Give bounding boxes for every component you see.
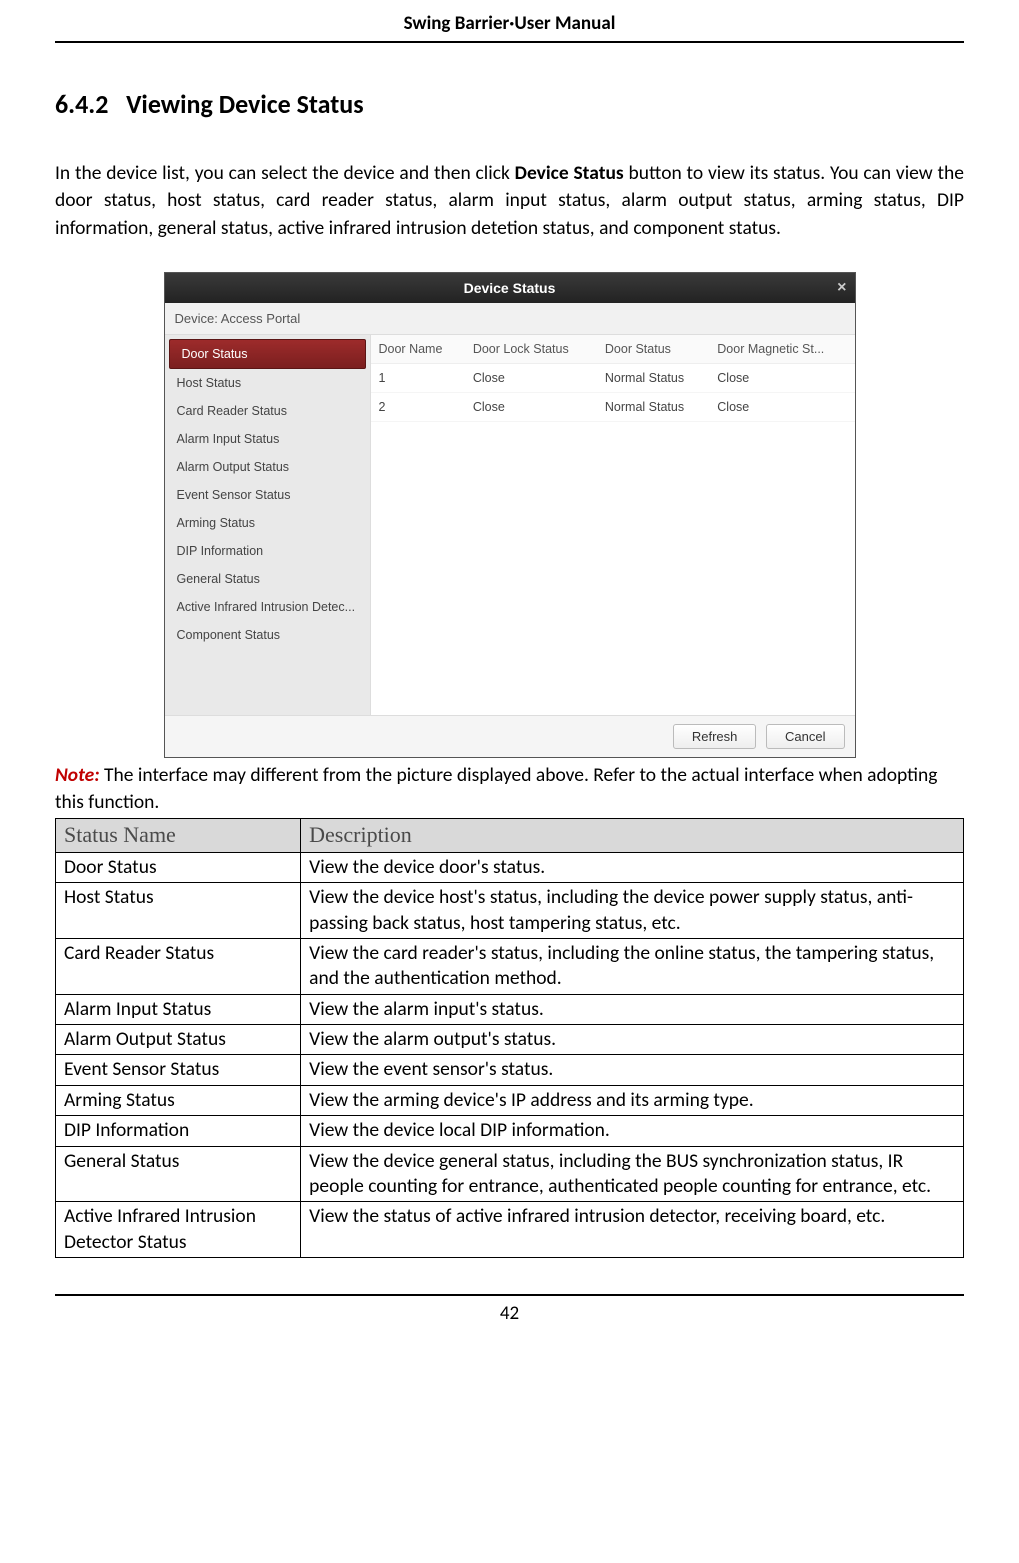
sidebar-item-host-status[interactable]: Host Status: [165, 369, 370, 397]
sidebar-item-event-sensor-status[interactable]: Event Sensor Status: [165, 481, 370, 509]
sidebar-item-general-status[interactable]: General Status: [165, 565, 370, 593]
desc-row: Arming StatusView the arming device's IP…: [56, 1085, 964, 1115]
desc-name: Card Reader Status: [56, 939, 301, 995]
device-name: Access Portal: [221, 311, 300, 326]
dialog-sidebar: Door Status Host Status Card Reader Stat…: [165, 335, 371, 715]
cell: Normal Status: [597, 392, 709, 421]
desc-text: View the alarm input's status.: [301, 994, 964, 1024]
desc-name: Door Status: [56, 853, 301, 883]
section-title: Viewing Device Status: [126, 88, 364, 120]
dialog-device-row: Device: Access Portal: [165, 303, 855, 335]
cell: Close: [709, 363, 854, 392]
status-table: Door Name Door Lock Status Door Status D…: [371, 335, 855, 422]
desc-text: View the device host's status, including…: [301, 883, 964, 939]
cell: Close: [465, 392, 597, 421]
desc-name: Arming Status: [56, 1085, 301, 1115]
sidebar-item-dip-information[interactable]: DIP Information: [165, 537, 370, 565]
note-text: The interface may different from the pic…: [55, 763, 937, 814]
table-row[interactable]: 1 Close Normal Status Close: [371, 363, 855, 392]
desc-name: Alarm Output Status: [56, 1025, 301, 1055]
dialog-footer: Refresh Cancel: [165, 715, 855, 757]
desc-name: Event Sensor Status: [56, 1055, 301, 1085]
cell: 1: [371, 363, 465, 392]
cell: Normal Status: [597, 363, 709, 392]
desc-row: Event Sensor StatusView the event sensor…: [56, 1055, 964, 1085]
intro-a: In the device list, you can select the d…: [55, 161, 515, 185]
desc-name: General Status: [56, 1146, 301, 1202]
desc-text: View the arming device's IP address and …: [301, 1085, 964, 1115]
desc-head-name: Status Name: [56, 819, 301, 853]
desc-name: Alarm Input Status: [56, 994, 301, 1024]
device-status-dialog: Device Status × Device: Access Portal Do…: [164, 272, 856, 758]
table-row[interactable]: 2 Close Normal Status Close: [371, 392, 855, 421]
intro-paragraph: In the device list, you can select the d…: [55, 160, 964, 242]
refresh-button[interactable]: Refresh: [673, 724, 757, 749]
sidebar-item-alarm-output-status[interactable]: Alarm Output Status: [165, 453, 370, 481]
dialog-content: Door Name Door Lock Status Door Status D…: [371, 335, 855, 715]
sidebar-item-component-status[interactable]: Component Status: [165, 621, 370, 649]
col-door-name[interactable]: Door Name: [371, 335, 465, 364]
col-door-status[interactable]: Door Status: [597, 335, 709, 364]
sidebar-item-arming-status[interactable]: Arming Status: [165, 509, 370, 537]
note-label: Note:: [55, 763, 100, 787]
dialog-title: Device Status: [464, 280, 556, 296]
desc-head-desc: Description: [301, 819, 964, 853]
desc-text: View the card reader's status, including…: [301, 939, 964, 995]
cancel-button[interactable]: Cancel: [766, 724, 844, 749]
sidebar-item-card-reader-status[interactable]: Card Reader Status: [165, 397, 370, 425]
section-heading: 6.4.2 Viewing Device Status: [55, 88, 964, 120]
cell: Close: [709, 392, 854, 421]
cell: Close: [465, 363, 597, 392]
desc-row: DIP InformationView the device local DIP…: [56, 1116, 964, 1146]
device-label: Device:: [175, 311, 218, 326]
desc-row: Door StatusView the device door's status…: [56, 853, 964, 883]
intro-strong: Device Status: [515, 161, 624, 185]
sidebar-item-door-status[interactable]: Door Status: [169, 339, 366, 369]
desc-row: Card Reader StatusView the card reader's…: [56, 939, 964, 995]
col-door-magnetic[interactable]: Door Magnetic St...: [709, 335, 854, 364]
desc-row: General StatusView the device general st…: [56, 1146, 964, 1202]
desc-row: Host StatusView the device host's status…: [56, 883, 964, 939]
desc-text: View the status of active infrared intru…: [301, 1202, 964, 1258]
desc-name: Active Infrared Intrusion Detector Statu…: [56, 1202, 301, 1258]
cell: 2: [371, 392, 465, 421]
col-door-lock-status[interactable]: Door Lock Status: [465, 335, 597, 364]
section-number: 6.4.2: [55, 88, 108, 120]
desc-name: Host Status: [56, 883, 301, 939]
desc-row: Alarm Output StatusView the alarm output…: [56, 1025, 964, 1055]
desc-row: Alarm Input StatusView the alarm input's…: [56, 994, 964, 1024]
sidebar-item-active-infrared[interactable]: Active Infrared Intrusion Detec...: [165, 593, 370, 621]
desc-text: View the device general status, includin…: [301, 1146, 964, 1202]
running-footer: 42: [55, 1294, 964, 1331]
note-line: Note: The interface may different from t…: [55, 762, 964, 817]
description-table: Status Name Description Door StatusView …: [55, 818, 964, 1257]
dialog-titlebar: Device Status ×: [165, 273, 855, 303]
desc-name: DIP Information: [56, 1116, 301, 1146]
running-header: Swing Barrier·User Manual: [55, 0, 964, 43]
sidebar-item-alarm-input-status[interactable]: Alarm Input Status: [165, 425, 370, 453]
desc-text: View the event sensor's status.: [301, 1055, 964, 1085]
desc-text: View the device door's status.: [301, 853, 964, 883]
desc-row: Active Infrared Intrusion Detector Statu…: [56, 1202, 964, 1258]
desc-text: View the alarm output's status.: [301, 1025, 964, 1055]
desc-text: View the device local DIP information.: [301, 1116, 964, 1146]
close-icon[interactable]: ×: [837, 273, 846, 303]
